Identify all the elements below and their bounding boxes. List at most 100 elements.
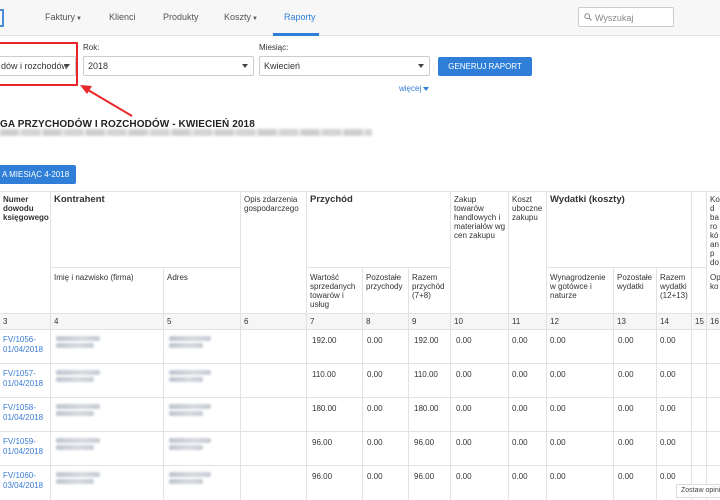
nav-koszty[interactable]: Koszty▼ <box>224 12 258 22</box>
month-label: Miesiąc: <box>259 43 289 52</box>
amount-cell: 0.00 <box>367 438 383 447</box>
year-label: Rok: <box>83 43 100 52</box>
amount-cell: 0.00 <box>618 370 634 379</box>
col-header-kontrahent: Kontrahent <box>54 194 105 205</box>
amount-cell: 0.00 <box>550 438 566 447</box>
generate-report-button[interactable]: GENERUJ RAPORT <box>438 57 532 76</box>
amount-cell: 0.00 <box>367 336 383 345</box>
amount-cell: 0.00 <box>367 404 383 413</box>
year-select[interactable]: 2018 <box>83 56 254 76</box>
document-number-link[interactable]: FV/1060- 03/04/2018 <box>3 471 43 491</box>
col-header-pozostale-przychody: Pozostałe przychody <box>366 273 403 291</box>
amount-cell: 0.00 <box>618 472 634 481</box>
amount-cell: 0.00 <box>550 336 566 345</box>
col-number: 16 <box>710 317 719 326</box>
document-number-link[interactable]: FV/1057- 01/04/2018 <box>3 369 43 389</box>
col-header-wartosc: Wartość sprzedanych towarów i usług <box>310 273 356 309</box>
col-header-pozostale-wydatki: Pozostałe wydatki <box>617 273 653 291</box>
amount-cell: 0.00 <box>456 472 472 481</box>
redacted-text <box>56 343 94 348</box>
top-navbar: Faktury▼ Klienci Produkty Koszty▼ Raport… <box>0 0 720 36</box>
document-number-link[interactable]: FV/1056- 01/04/2018 <box>3 335 43 355</box>
more-filters-link[interactable]: więcej <box>399 84 430 93</box>
nav-klienci[interactable]: Klienci <box>109 12 136 22</box>
redacted-text <box>169 370 211 375</box>
col-number: 5 <box>167 317 172 326</box>
nav-faktury[interactable]: Faktury▼ <box>45 12 82 22</box>
col-number: 15 <box>695 317 704 326</box>
redacted-text <box>56 438 100 443</box>
amount-cell: 0.00 <box>456 404 472 413</box>
caret-down-icon <box>423 86 430 91</box>
col-number: 11 <box>512 317 521 326</box>
col-number: 8 <box>366 317 371 326</box>
search-input[interactable] <box>595 11 671 24</box>
amount-cell: 0.00 <box>550 370 566 379</box>
redacted-text <box>56 472 100 477</box>
logo-icon[interactable] <box>0 9 4 27</box>
month-select[interactable]: Kwiecień <box>259 56 430 76</box>
amount-cell: 96.00 <box>312 472 333 481</box>
amount-cell: 0.00 <box>660 370 676 379</box>
redacted-text <box>56 377 94 382</box>
amount-cell: 96.00 <box>414 472 435 481</box>
annotation-highlight-box <box>0 42 78 86</box>
redacted-text <box>56 411 94 416</box>
redacted-text <box>56 404 100 409</box>
col-header-razem-wydatki: Razem wydatki (12+13) <box>660 273 688 300</box>
col-number: 13 <box>617 317 626 326</box>
active-tab-indicator <box>273 33 319 36</box>
amount-cell: 0.00 <box>660 438 676 447</box>
search-box[interactable] <box>578 7 674 27</box>
redacted-text <box>169 377 203 382</box>
amount-cell: 180.00 <box>414 404 439 413</box>
redacted-text <box>56 336 100 341</box>
col-header-przychod: Przychód <box>310 194 353 205</box>
document-number-link[interactable]: FV/1059- 01/04/2018 <box>3 437 43 457</box>
col-header-imie: Imię i nazwisko (firma) <box>54 273 134 282</box>
chevron-down-icon <box>418 64 424 68</box>
col-number: 10 <box>454 317 463 326</box>
col-number: 9 <box>412 317 417 326</box>
amount-cell: 0.00 <box>456 336 472 345</box>
amount-cell: 0.00 <box>618 404 634 413</box>
col-number: 3 <box>3 317 8 326</box>
col-header-wydatki: Wydatki (koszty) <box>550 194 625 205</box>
redacted-text <box>169 336 211 341</box>
redacted-text <box>169 445 203 450</box>
redacted-text <box>169 479 203 484</box>
amount-cell: 192.00 <box>414 336 439 345</box>
amount-cell: 0.00 <box>618 438 634 447</box>
amount-cell: 0.00 <box>367 472 383 481</box>
amount-cell: 0.00 <box>512 404 528 413</box>
col-header-wynagrodzenie: Wynagrodzenie w gotówce i naturze <box>550 273 606 300</box>
amount-cell: 180.00 <box>312 404 337 413</box>
col-header-opis: Opis zdarzenia gospodarczego <box>244 195 299 213</box>
redacted-text <box>169 343 203 348</box>
nav-produkty[interactable]: Produkty <box>163 12 199 22</box>
col-number: 14 <box>660 317 669 326</box>
year-value: 2018 <box>88 61 109 71</box>
redacted-text <box>56 370 100 375</box>
amount-cell: 96.00 <box>312 438 333 447</box>
document-number-link[interactable]: FV/1058- 01/04/2018 <box>3 403 43 423</box>
feedback-button[interactable]: Zostaw opini <box>676 484 720 498</box>
report-table: Numer dowodu księgowego Kontrahent Imię … <box>0 191 720 500</box>
amount-cell: 0.00 <box>456 438 472 447</box>
col-header-adres: Adres <box>167 273 188 282</box>
amount-cell: 0.00 <box>660 336 676 345</box>
amount-cell: 0.00 <box>367 370 383 379</box>
amount-cell: 0.00 <box>618 336 634 345</box>
redacted-text <box>56 479 94 484</box>
redacted-text <box>169 438 211 443</box>
col-header-zakup: Zakup towarów handlowych i materiałów wg… <box>454 195 506 240</box>
amount-cell: 0.00 <box>512 336 528 345</box>
month-summary-button[interactable]: A MIESIĄC 4-2018 <box>0 165 76 184</box>
search-icon <box>584 13 592 21</box>
chevron-down-icon <box>242 64 248 68</box>
redacted-text <box>56 445 94 450</box>
col-number: 4 <box>54 317 59 326</box>
col-header-razem-przychod: Razem przychód (7+8) <box>412 273 445 300</box>
redacted-text <box>169 411 203 416</box>
nav-raporty[interactable]: Raporty <box>284 12 316 22</box>
